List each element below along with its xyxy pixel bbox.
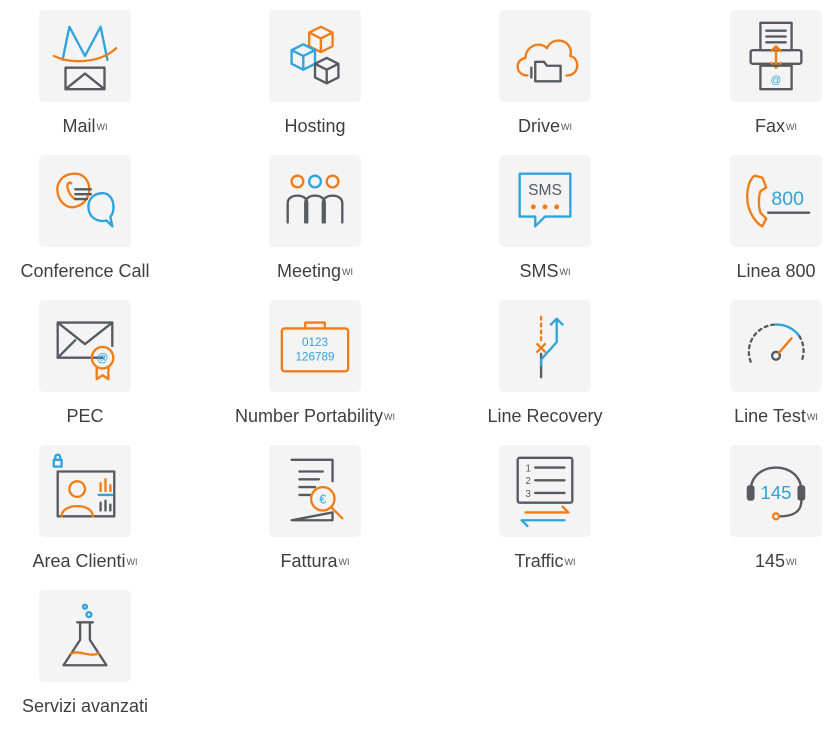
traffic-label: TrafficWI xyxy=(514,551,576,571)
service-fattura[interactable]: € FatturaWI xyxy=(205,445,425,585)
145-label: 145WI xyxy=(754,551,798,571)
phone-800-icon: 800 xyxy=(746,174,811,228)
fax-tile-box: @ xyxy=(730,10,822,102)
line-test-label: Line TestWI xyxy=(734,406,818,426)
145-tile-box: 145 xyxy=(730,445,822,537)
conference-call-tile-box xyxy=(39,155,131,247)
service-hosting[interactable]: Hosting xyxy=(205,10,425,150)
traffic-tile-box: 1 2 3 xyxy=(499,445,591,537)
number-portability-tile-box: 0123 126789 xyxy=(269,300,361,392)
meeting-tile-box xyxy=(269,155,361,247)
service-servizi-avanzati[interactable]: Servizi avanzati xyxy=(0,590,195,730)
invoice-icon: € xyxy=(290,458,344,522)
number-briefcase-icon: 0123 126789 xyxy=(280,321,350,373)
hosting-label: Hosting xyxy=(284,116,346,136)
service-linea-800[interactable]: 800 Linea 800 xyxy=(666,155,828,295)
svg-text:126789: 126789 xyxy=(295,351,334,364)
lab-flask-icon xyxy=(62,603,108,667)
servizi-avanzati-tile-box xyxy=(39,590,131,682)
mail-icon xyxy=(52,25,118,91)
line-recovery-label: Line Recovery xyxy=(487,406,603,426)
certified-mail-icon: @ xyxy=(56,321,115,381)
servizi-avanzati-label: Servizi avanzati xyxy=(21,696,149,716)
services-grid: MailWI Hosting DriveWI @ FaxWI Conferenc… xyxy=(0,0,828,716)
service-pec[interactable]: @ PEC xyxy=(0,300,195,440)
cloud-folder-icon xyxy=(516,39,579,83)
sms-bubble-icon: SMS xyxy=(518,172,572,228)
service-145[interactable]: 145 145WI xyxy=(666,445,828,585)
svg-text:1: 1 xyxy=(526,464,531,475)
client-area-icon xyxy=(52,453,116,518)
service-mail[interactable]: MailWI xyxy=(0,10,195,150)
mail-tile-box xyxy=(39,10,131,102)
fattura-tile-box: € xyxy=(269,445,361,537)
svg-text:@: @ xyxy=(97,352,109,365)
conference-call-label: Conference Call xyxy=(20,261,150,281)
pec-tile-box: @ xyxy=(39,300,131,392)
service-line-test[interactable]: Line TestWI xyxy=(666,300,828,440)
fax-label: FaxWI xyxy=(754,116,797,136)
sms-tile-box: SMS xyxy=(499,155,591,247)
fattura-label: FatturaWI xyxy=(280,551,350,571)
conference-call-icon xyxy=(56,172,115,228)
service-fax[interactable]: @ FaxWI xyxy=(666,10,828,150)
linea-800-tile-box: 800 xyxy=(730,155,822,247)
svg-text:2: 2 xyxy=(526,476,531,487)
linea-800-label: Linea 800 xyxy=(736,261,816,281)
hosting-tile-box xyxy=(269,10,361,102)
meeting-people-icon xyxy=(286,174,344,224)
svg-text:3: 3 xyxy=(526,489,531,500)
area-clienti-tile-box xyxy=(39,445,131,537)
svg-text:€: € xyxy=(319,493,326,507)
speed-gauge-icon xyxy=(747,323,805,363)
number-portability-label: Number PortabilityWI xyxy=(234,406,396,426)
service-area-clienti[interactable]: Area ClientiWI xyxy=(0,445,195,585)
service-drive[interactable]: DriveWI xyxy=(435,10,655,150)
traffic-list-icon: 1 2 3 xyxy=(516,456,574,528)
drive-label: DriveWI xyxy=(517,116,572,136)
mail-label: MailWI xyxy=(62,116,108,136)
pec-label: PEC xyxy=(66,406,104,426)
line-recovery-icon xyxy=(536,315,564,379)
svg-text:800: 800 xyxy=(771,188,804,210)
line-recovery-tile-box xyxy=(499,300,591,392)
service-traffic[interactable]: 1 2 3 TrafficWI xyxy=(435,445,655,585)
headset-145-icon: 145 xyxy=(746,466,806,521)
svg-text:SMS: SMS xyxy=(528,182,562,199)
area-clienti-label: Area ClientiWI xyxy=(32,551,138,571)
service-line-recovery[interactable]: Line Recovery xyxy=(435,300,655,440)
fax-icon: @ xyxy=(749,21,803,91)
sms-label: SMSWI xyxy=(519,261,571,281)
service-sms[interactable]: SMS SMSWI xyxy=(435,155,655,295)
hosting-cubes-icon xyxy=(290,25,340,85)
svg-text:@: @ xyxy=(771,74,782,86)
svg-text:145: 145 xyxy=(761,482,792,503)
svg-text:0123: 0123 xyxy=(302,336,328,349)
service-meeting[interactable]: MeetingWI xyxy=(205,155,425,295)
service-number-portability[interactable]: 0123 126789 Number PortabilityWI xyxy=(205,300,425,440)
service-conference-call[interactable]: Conference Call xyxy=(0,155,195,295)
drive-tile-box xyxy=(499,10,591,102)
meeting-label: MeetingWI xyxy=(276,261,354,281)
line-test-tile-box xyxy=(730,300,822,392)
